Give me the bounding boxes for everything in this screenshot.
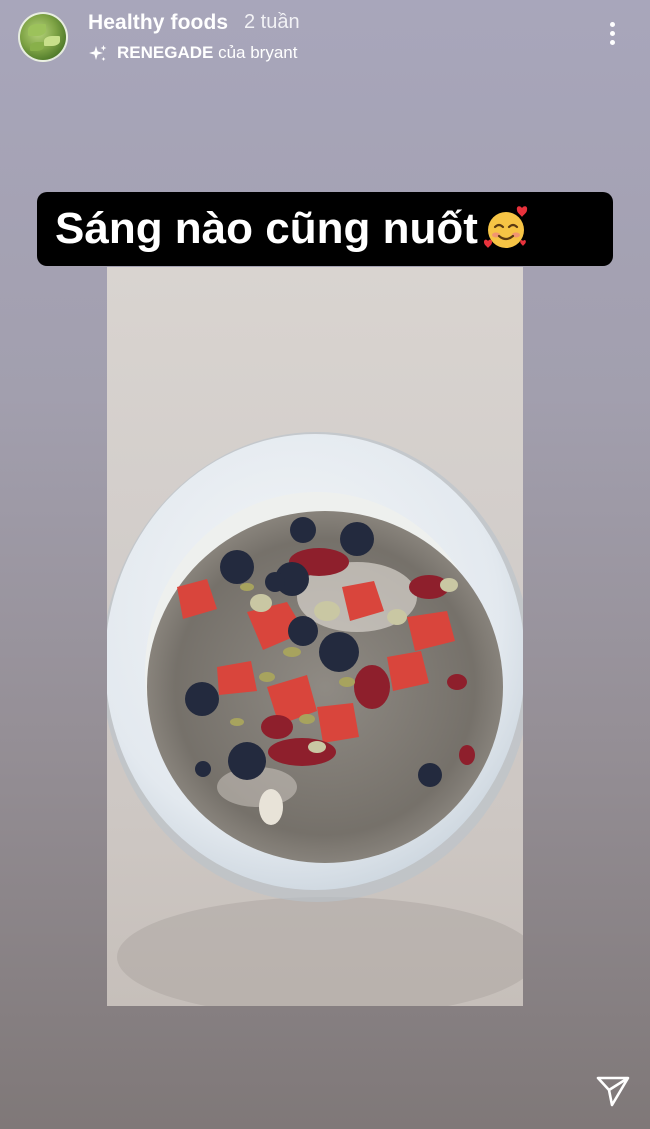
story-timestamp: 2 tuần: [244, 11, 300, 33]
sparkle-icon: [89, 45, 107, 61]
chia-pudding-bowl-image: [107, 432, 523, 1006]
profile-avatar[interactable]: [18, 12, 68, 62]
story-photo: [107, 267, 523, 1006]
smiling-face-with-hearts-emoji: [483, 206, 528, 248]
music-title: RENEGADE: [117, 43, 214, 62]
music-artist: của bryant: [213, 43, 298, 62]
music-attribution[interactable]: RENEGADE của bryant: [117, 43, 297, 63]
story-header: Healthy foods 2 tuần RENEGADE của bryant: [0, 0, 650, 80]
caption-sticker: Sáng nào cũng nuốt: [37, 192, 613, 266]
more-vertical-icon[interactable]: [600, 22, 624, 52]
send-icon[interactable]: [595, 1074, 631, 1108]
caption-text: Sáng nào cũng nuốt: [55, 204, 478, 253]
story-username[interactable]: Healthy foods: [88, 11, 228, 35]
